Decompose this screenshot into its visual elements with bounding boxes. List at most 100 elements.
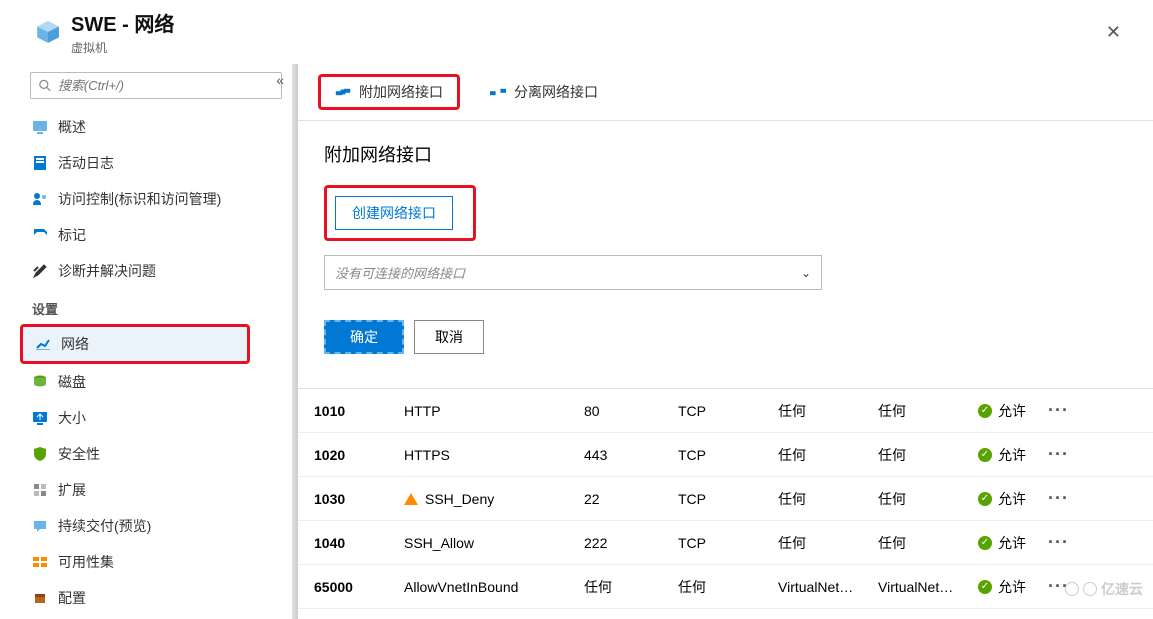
rule-protocol: TCP	[678, 491, 778, 507]
warning-icon	[404, 493, 418, 505]
rule-protocol: TCP	[678, 403, 778, 419]
status-ok-icon: ✓	[978, 404, 992, 418]
collapse-sidebar-icon[interactable]: «	[276, 72, 284, 88]
status-ok-icon: ✓	[978, 448, 992, 462]
sidebar-item-label: 标记	[58, 225, 86, 245]
watermark-logo-icon	[1083, 582, 1097, 596]
sidebar-item-label: 访问控制(标识和访问管理)	[58, 189, 221, 209]
status-ok-icon: ✓	[978, 580, 992, 594]
sidebar-item-label: 扩展	[58, 480, 86, 500]
rule-row[interactable]: 1010 HTTP 80 TCP 任何 任何 ✓允许 ···	[298, 389, 1153, 433]
create-nic-button[interactable]: 创建网络接口	[335, 196, 453, 230]
rule-action: ✓允许	[978, 445, 1048, 465]
sidebar-item-availability[interactable]: 可用性集	[20, 544, 282, 580]
rule-row[interactable]: 65000 AllowVnetInBound 任何 任何 VirtualNet……	[298, 565, 1153, 609]
sidebar-item-activity-log[interactable]: 活动日志	[20, 145, 282, 181]
rule-name: SSH_Allow	[404, 535, 584, 551]
rule-protocol: 任何	[678, 577, 778, 597]
row-menu-button[interactable]: ···	[1048, 488, 1078, 509]
sidebar-item-size[interactable]: 大小	[20, 400, 282, 436]
watermark-logo-icon	[1065, 582, 1079, 596]
search-icon	[39, 79, 52, 93]
sidebar-item-label: 配置	[58, 588, 86, 608]
rule-port: 443	[584, 447, 678, 463]
detach-nic-button[interactable]: 分离网络接口	[476, 76, 612, 108]
cd-icon	[32, 518, 48, 534]
page-header: SWE - 网络 虚拟机 ✕	[0, 0, 1153, 64]
sidebar-item-label: 概述	[58, 117, 86, 137]
overview-icon	[32, 119, 48, 135]
size-icon	[32, 410, 48, 426]
rule-row[interactable]: 1030 SSH_Deny 22 TCP 任何 任何 ✓允许 ···	[298, 477, 1153, 521]
panel-title: 附加网络接口	[324, 141, 1127, 167]
sidebar-item-tags[interactable]: 标记	[20, 217, 282, 253]
rule-action: ✓允许	[978, 401, 1048, 421]
rule-priority: 1030	[314, 491, 404, 507]
row-menu-button[interactable]: ···	[1048, 400, 1078, 421]
rule-dest: 任何	[878, 445, 978, 465]
sidebar-item-label: 安全性	[58, 444, 100, 464]
rule-source: 任何	[778, 489, 878, 509]
attach-nic-button[interactable]: 附加网络接口	[318, 74, 460, 110]
row-menu-button[interactable]: ···	[1048, 532, 1078, 553]
security-icon	[32, 446, 48, 462]
detach-icon	[490, 85, 506, 99]
page-subtitle: 虚拟机	[71, 39, 1094, 56]
rule-priority: 65000	[314, 579, 404, 595]
rule-dest: 任何	[878, 489, 978, 509]
diagnose-icon	[32, 263, 48, 279]
sidebar-item-network[interactable]: 网络	[20, 324, 250, 364]
rule-source: 任何	[778, 401, 878, 421]
rule-source: 任何	[778, 533, 878, 553]
rule-source: VirtualNet…	[778, 579, 878, 595]
row-menu-button[interactable]: ···	[1048, 444, 1078, 465]
dropdown-placeholder: 没有可连接的网络接口	[335, 263, 465, 282]
rule-dest: 任何	[878, 401, 978, 421]
rule-priority: 1010	[314, 403, 404, 419]
cancel-button[interactable]: 取消	[414, 320, 484, 354]
attach-icon	[335, 85, 351, 99]
sidebar-item-diagnose[interactable]: 诊断并解决问题	[20, 253, 282, 289]
nic-dropdown[interactable]: 没有可连接的网络接口 ⌄	[324, 255, 822, 290]
sidebar-item-config[interactable]: 配置	[20, 580, 282, 616]
search-box[interactable]	[30, 72, 282, 99]
rule-action: ✓允许	[978, 577, 1048, 597]
rule-port: 22	[584, 491, 678, 507]
attach-label: 附加网络接口	[359, 82, 443, 102]
sidebar-item-overview[interactable]: 概述	[20, 109, 282, 145]
rule-port: 80	[584, 403, 678, 419]
rule-name: AllowVnetInBound	[404, 579, 584, 595]
watermark: 亿速云	[1065, 579, 1143, 599]
rule-row[interactable]: 1040 SSH_Allow 222 TCP 任何 任何 ✓允许 ···	[298, 521, 1153, 565]
rule-dest: 任何	[878, 533, 978, 553]
config-icon	[32, 590, 48, 606]
sidebar: « 概述活动日志访问控制(标识和访问管理) 标记诊断并解决问题 设置 网络磁盘大小…	[0, 64, 292, 619]
close-button[interactable]: ✕	[1094, 18, 1133, 47]
status-ok-icon: ✓	[978, 492, 992, 506]
access-control-icon	[32, 191, 48, 207]
tags-icon	[32, 227, 48, 243]
rule-name: HTTPS	[404, 447, 584, 463]
rule-row[interactable]: 1020 HTTPS 443 TCP 任何 任何 ✓允许 ···	[298, 433, 1153, 477]
rule-protocol: TCP	[678, 535, 778, 551]
vm-icon	[35, 19, 61, 45]
ok-button[interactable]: 确定	[324, 320, 404, 354]
sidebar-item-label: 可用性集	[58, 552, 114, 572]
create-nic-highlight: 创建网络接口	[324, 185, 476, 241]
disks-icon	[32, 374, 48, 390]
rule-priority: 1020	[314, 447, 404, 463]
availability-icon	[32, 554, 48, 570]
sidebar-item-security[interactable]: 安全性	[20, 436, 282, 472]
search-input[interactable]	[58, 78, 273, 93]
sidebar-item-extensions[interactable]: 扩展	[20, 472, 282, 508]
sidebar-item-access-control[interactable]: 访问控制(标识和访问管理)	[20, 181, 282, 217]
sidebar-item-cd[interactable]: 持续交付(预览)	[20, 508, 282, 544]
sidebar-item-disks[interactable]: 磁盘	[20, 364, 282, 400]
chevron-down-icon: ⌄	[801, 266, 811, 280]
sidebar-section-settings: 设置	[20, 289, 292, 324]
rule-row[interactable]: 65001 AllowAzureLoadBalan… 任何 任何 AzureLo…	[298, 609, 1153, 619]
sidebar-item-label: 网络	[61, 334, 89, 354]
rule-port: 222	[584, 535, 678, 551]
sidebar-item-label: 磁盘	[58, 372, 86, 392]
detach-label: 分离网络接口	[514, 82, 598, 102]
